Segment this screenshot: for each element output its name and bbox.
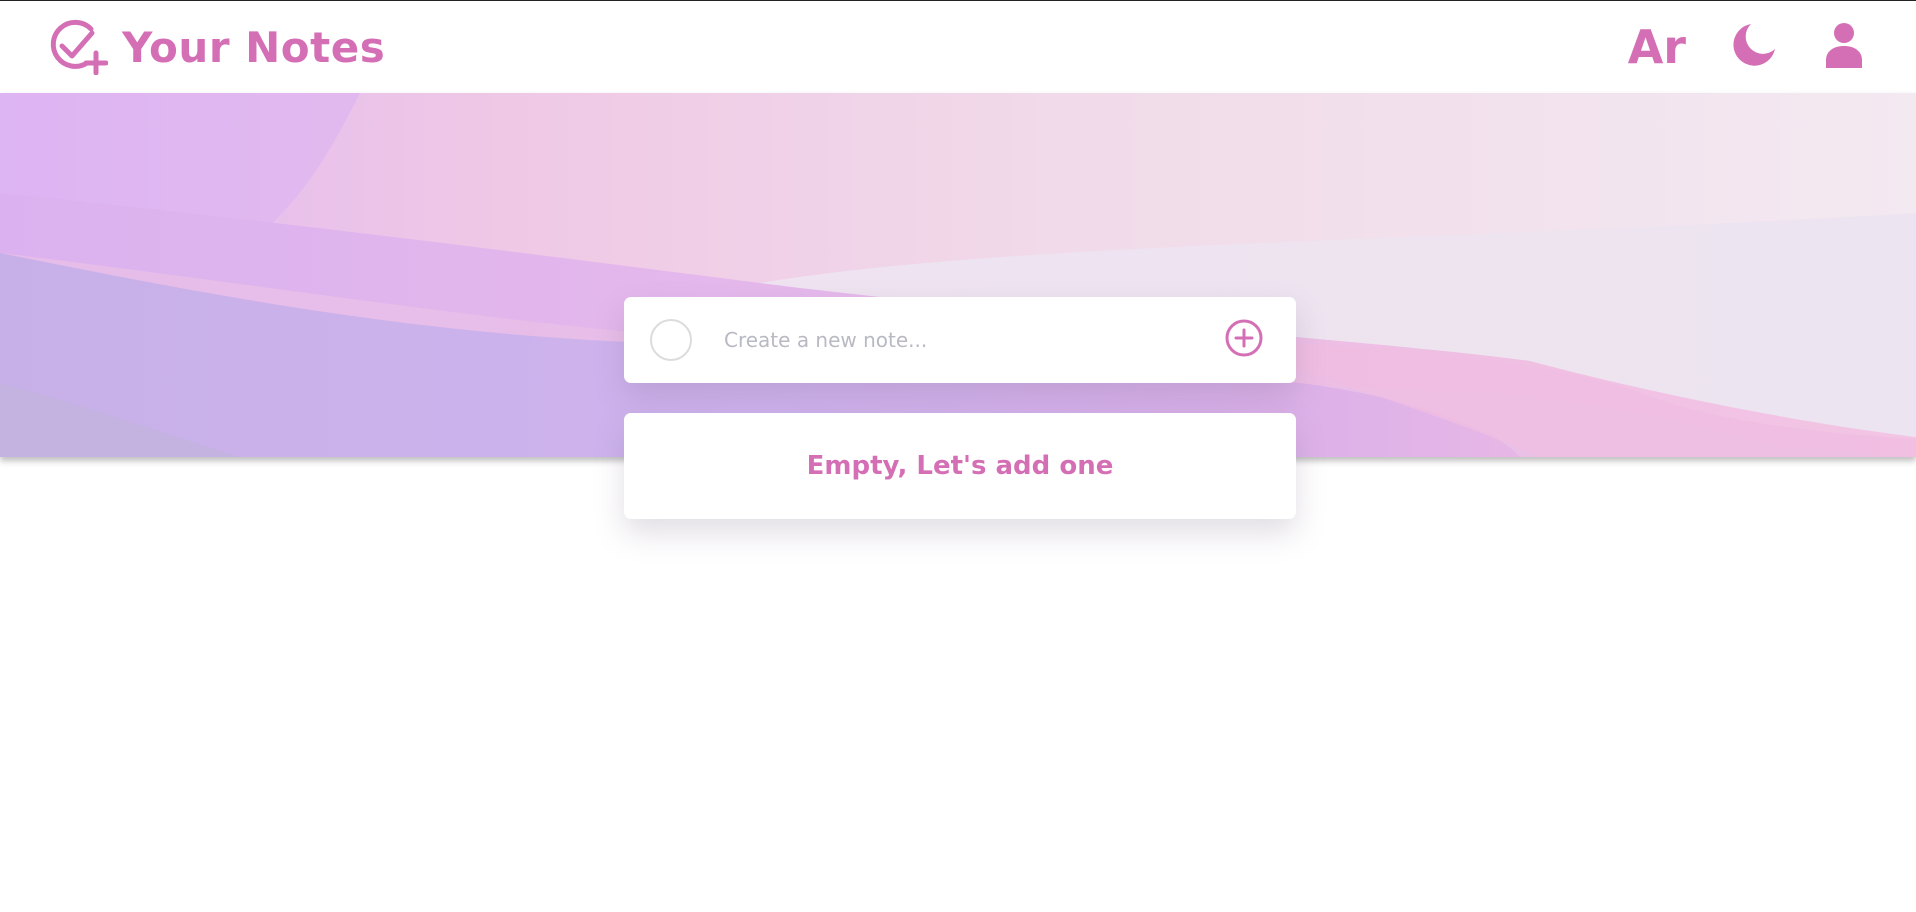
- moon-icon: [1731, 22, 1777, 72]
- brand[interactable]: Your Notes: [48, 19, 385, 75]
- user-icon: [1824, 22, 1864, 72]
- profile-button[interactable]: [1820, 23, 1868, 71]
- empty-state-message: Empty, Let's add one: [806, 451, 1114, 481]
- header-actions: Ar: [1628, 20, 1868, 74]
- app-header: Your Notes Ar: [0, 1, 1916, 93]
- new-note-card: [624, 297, 1296, 383]
- plus-circle-icon: [1224, 318, 1264, 362]
- new-note-input[interactable]: [722, 319, 1224, 361]
- add-note-button[interactable]: [1224, 318, 1264, 362]
- app-title: Your Notes: [122, 22, 386, 72]
- hero-banner: [0, 93, 1916, 457]
- language-toggle-button[interactable]: Ar: [1628, 20, 1686, 74]
- theme-toggle-button[interactable]: [1730, 23, 1778, 71]
- check-plus-icon: [48, 19, 108, 75]
- notes-list: Empty, Let's add one: [624, 413, 1296, 519]
- hero-background-waves: [0, 93, 1916, 457]
- circle-outline-icon[interactable]: [650, 319, 692, 361]
